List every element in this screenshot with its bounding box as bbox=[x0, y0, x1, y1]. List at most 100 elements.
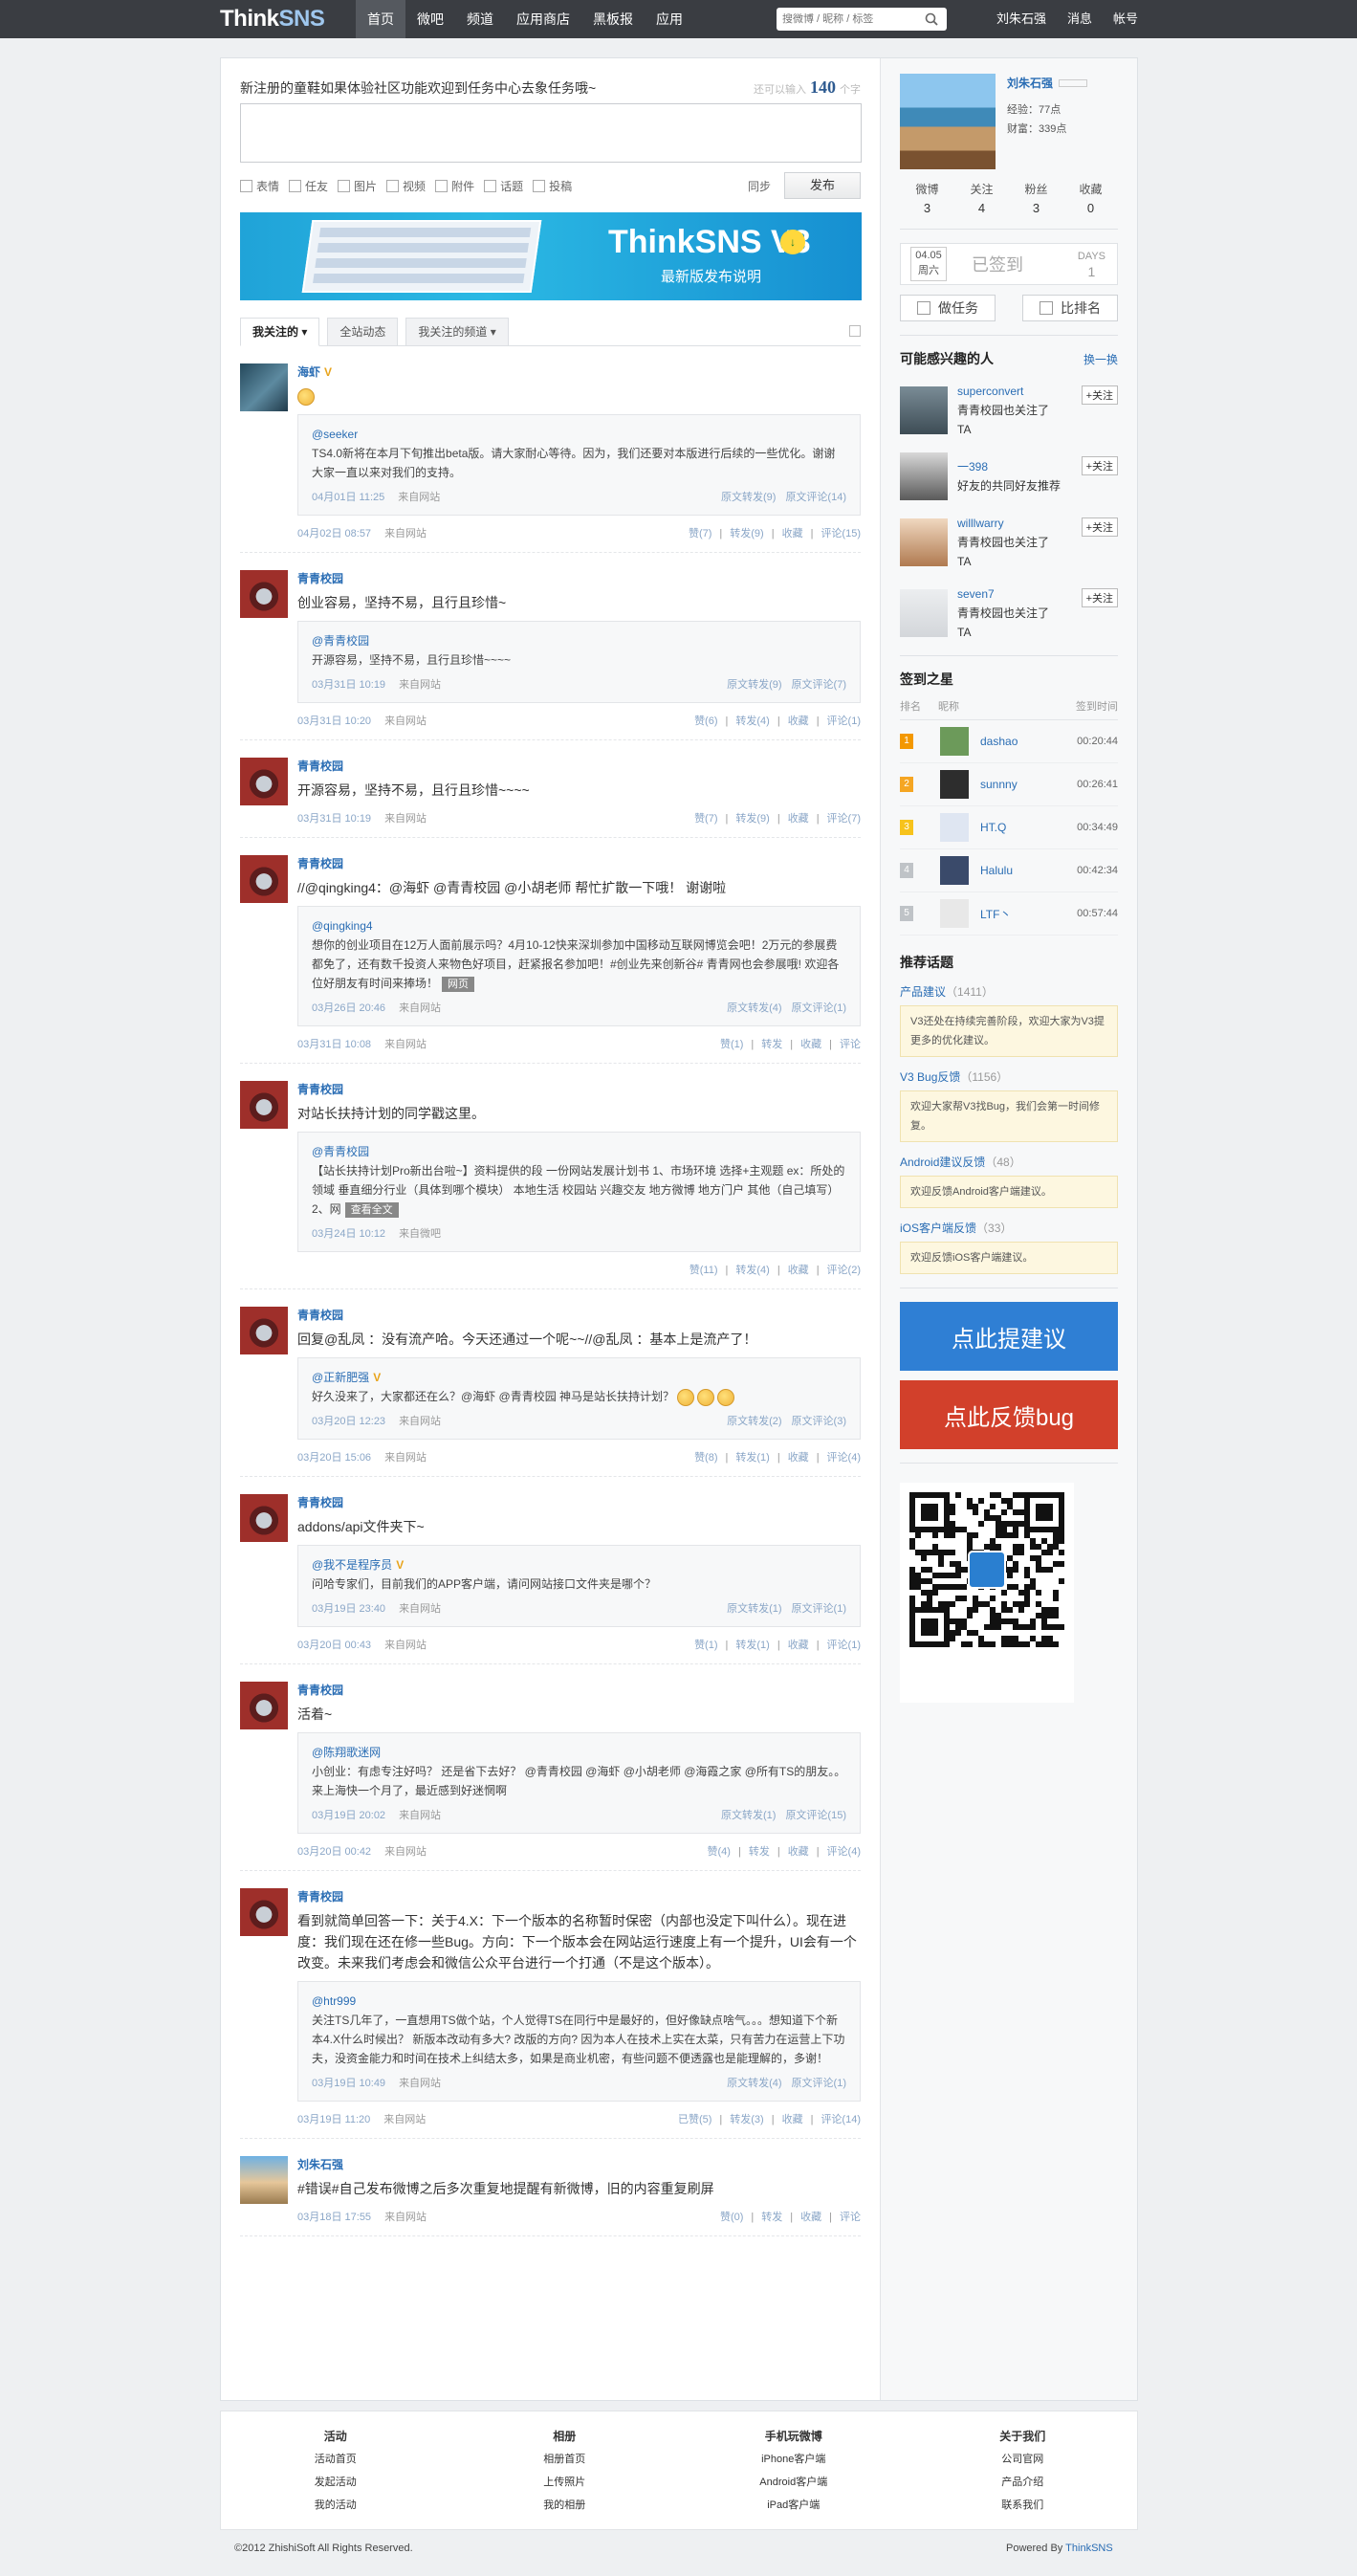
footer-link[interactable]: iPad客户端 bbox=[679, 2494, 908, 2517]
post-time[interactable]: 03月18日 17:55 bbox=[297, 2212, 371, 2223]
topic-name[interactable]: Android建议反馈 bbox=[900, 1156, 985, 1169]
post-time[interactable]: 03月31日 10:20 bbox=[297, 716, 371, 727]
like-link[interactable]: 赞(7) bbox=[689, 528, 711, 539]
repost-stat-link[interactable]: 原文评论(7) bbox=[792, 679, 846, 691]
footer-link[interactable]: 我的相册 bbox=[450, 2494, 680, 2517]
favorite-link[interactable]: 收藏 bbox=[788, 813, 809, 825]
follow-button[interactable]: +关注 bbox=[1081, 456, 1118, 475]
repost-time[interactable]: 03月19日 10:49 bbox=[312, 2078, 385, 2089]
repost-link[interactable]: 转发(4) bbox=[735, 1265, 769, 1276]
favorite-link[interactable]: 收藏 bbox=[800, 2212, 821, 2223]
like-link[interactable]: 赞(1) bbox=[720, 1039, 743, 1050]
video-tool[interactable]: 视频 bbox=[386, 178, 426, 194]
ranking-button[interactable]: 比排名 bbox=[1022, 295, 1118, 321]
footer-link[interactable]: 联系我们 bbox=[908, 2494, 1138, 2517]
tab-following[interactable]: 我关注的 ▾ bbox=[240, 318, 320, 346]
image-tool[interactable]: 图片 bbox=[338, 178, 377, 194]
repost-author[interactable]: @青青校园 bbox=[312, 634, 369, 648]
logo[interactable]: ThinkSNS bbox=[220, 6, 325, 33]
nav-channel[interactable]: 频道 bbox=[455, 0, 505, 38]
profile-name[interactable]: 刘朱石强 bbox=[1007, 74, 1088, 93]
repost-stat-link[interactable]: 原文评论(1) bbox=[792, 1002, 846, 1014]
repost-time[interactable]: 03月19日 23:40 bbox=[312, 1603, 385, 1615]
follow-button[interactable]: +关注 bbox=[1081, 588, 1118, 607]
person-avatar[interactable] bbox=[900, 589, 948, 637]
footer-link[interactable]: Android客户端 bbox=[679, 2471, 908, 2494]
nav-home[interactable]: 首页 bbox=[356, 0, 405, 38]
repost-link[interactable]: 转发(9) bbox=[735, 813, 769, 825]
person-name[interactable]: willlwarry bbox=[957, 514, 1062, 533]
repost-author[interactable]: @正新肥强 bbox=[312, 1371, 369, 1384]
comment-link[interactable]: 评论(7) bbox=[827, 813, 861, 825]
footer-link[interactable]: 产品介绍 bbox=[908, 2471, 1138, 2494]
user-name-link[interactable]: 刘朱石强 bbox=[996, 0, 1046, 38]
repost-author[interactable]: @qingking4 bbox=[312, 919, 373, 933]
favorite-link[interactable]: 收藏 bbox=[782, 2114, 803, 2125]
favorite-link[interactable]: 收藏 bbox=[788, 1452, 809, 1464]
nav-blackboard[interactable]: 黑板报 bbox=[581, 0, 645, 38]
repost-stat-link[interactable]: 原文转发(9) bbox=[721, 492, 776, 503]
messages-link[interactable]: 消息 bbox=[1067, 0, 1092, 38]
repost-link[interactable]: 转发(9) bbox=[730, 528, 763, 539]
like-link[interactable]: 赞(1) bbox=[694, 1640, 717, 1651]
post-time[interactable]: 03月31日 10:08 bbox=[297, 1039, 371, 1050]
repost-author[interactable]: @陈翔歌迷网 bbox=[312, 1746, 381, 1759]
ranking-name[interactable]: LTF丶 bbox=[980, 906, 1066, 922]
post-time[interactable]: 03月20日 15:06 bbox=[297, 1452, 371, 1464]
publish-button[interactable]: 发布 bbox=[784, 172, 861, 199]
comment-link[interactable]: 评论(1) bbox=[827, 716, 861, 727]
author-name[interactable]: 青青校园 bbox=[297, 572, 343, 585]
comment-link[interactable]: 评论(4) bbox=[827, 1452, 861, 1464]
avatar[interactable] bbox=[240, 855, 288, 903]
powered-brand-link[interactable]: ThinkSNS bbox=[1065, 2543, 1113, 2554]
repost-link[interactable]: 转发 bbox=[761, 2212, 782, 2223]
repost-stat-link[interactable]: 原文转发(1) bbox=[721, 1810, 776, 1821]
stat-favorites[interactable]: 收藏 0 bbox=[1063, 181, 1118, 215]
ranking-name[interactable]: HT.Q bbox=[980, 821, 1066, 834]
search-input[interactable] bbox=[782, 13, 921, 25]
tab-channels[interactable]: 我关注的频道 ▾ bbox=[405, 318, 509, 346]
footer-link[interactable]: 活动首页 bbox=[221, 2448, 450, 2471]
topic-name[interactable]: V3 Bug反馈 bbox=[900, 1070, 960, 1084]
post-time[interactable]: 04月02日 08:57 bbox=[297, 528, 371, 539]
like-link[interactable]: 赞(11) bbox=[689, 1265, 718, 1276]
avatar[interactable] bbox=[240, 1682, 288, 1729]
favorite-link[interactable]: 收藏 bbox=[800, 1039, 821, 1050]
post-time[interactable]: 03月20日 00:43 bbox=[297, 1640, 371, 1651]
repost-author[interactable]: @htr999 bbox=[312, 1994, 356, 2008]
author-name[interactable]: 青青校园 bbox=[297, 760, 343, 773]
topic-name[interactable]: 产品建议 bbox=[900, 985, 946, 999]
comment-link[interactable]: 评论(15) bbox=[821, 528, 861, 539]
footer-link[interactable]: 相册首页 bbox=[450, 2448, 680, 2471]
topic-name[interactable]: iOS客户端反馈 bbox=[900, 1222, 976, 1235]
mention-tool[interactable]: 任友 bbox=[289, 178, 328, 194]
author-name[interactable]: 青青校园 bbox=[297, 1496, 343, 1509]
avatar[interactable] bbox=[240, 570, 288, 618]
avatar[interactable] bbox=[240, 2156, 288, 2204]
refresh-link[interactable]: 换一换 bbox=[1083, 351, 1118, 367]
post-textarea[interactable] bbox=[240, 103, 862, 163]
repost-link[interactable]: 转发(1) bbox=[735, 1452, 769, 1464]
repost-stat-link[interactable]: 原文评论(15) bbox=[785, 1810, 846, 1821]
author-name[interactable]: 海虾 bbox=[297, 365, 320, 379]
repost-tag[interactable]: 网页 bbox=[442, 977, 475, 992]
repost-author[interactable]: @青青校园 bbox=[312, 1145, 369, 1158]
contribute-tool[interactable]: 投稿 bbox=[533, 178, 572, 194]
favorite-link[interactable]: 收藏 bbox=[788, 1846, 809, 1858]
avatar[interactable] bbox=[240, 758, 288, 805]
footer-link[interactable]: 发起活动 bbox=[221, 2471, 450, 2494]
collapse-icon[interactable] bbox=[849, 325, 861, 337]
repost-time[interactable]: 03月19日 20:02 bbox=[312, 1810, 385, 1821]
comment-link[interactable]: 评论 bbox=[840, 2212, 861, 2223]
follow-button[interactable]: +关注 bbox=[1081, 385, 1118, 405]
profile-avatar[interactable] bbox=[900, 74, 996, 169]
repost-link[interactable]: 转发(4) bbox=[735, 716, 769, 727]
follow-button[interactable]: +关注 bbox=[1081, 517, 1118, 537]
tab-all[interactable]: 全站动态 bbox=[327, 318, 399, 346]
topic-tool[interactable]: 话题 bbox=[484, 178, 523, 194]
repost-link[interactable]: 转发 bbox=[761, 1039, 782, 1050]
post-time[interactable]: 03月19日 11:20 bbox=[297, 2114, 370, 2125]
stat-fans[interactable]: 粉丝 3 bbox=[1009, 181, 1063, 215]
like-link[interactable]: 赞(7) bbox=[694, 813, 717, 825]
like-link[interactable]: 赞(6) bbox=[694, 716, 717, 727]
